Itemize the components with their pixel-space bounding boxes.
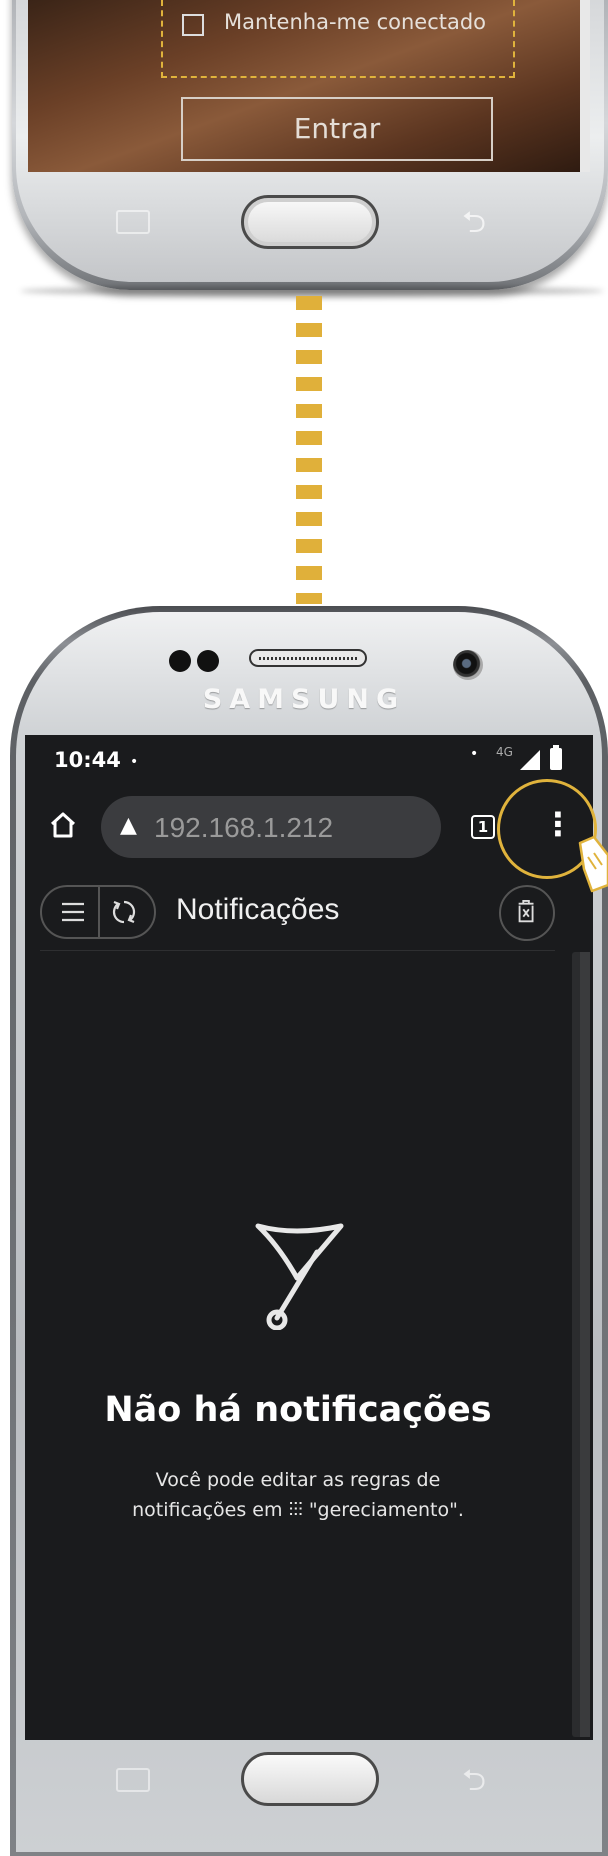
home-hardware-button[interactable] (241, 195, 379, 249)
empty-desc-line-2: notificações em ⫶⫶⫶ "gereciamento". (132, 1499, 464, 1521)
phone-shadow (20, 286, 604, 296)
phone-top-screen: Mantenha-me conectado Entrar (28, 0, 590, 172)
toolbar-divider (98, 887, 100, 937)
remember-checkbox[interactable] (182, 14, 204, 36)
toolbar-separator (40, 950, 555, 951)
recent-apps-icon[interactable] (116, 1768, 150, 1792)
refresh-icon[interactable] (110, 898, 138, 926)
pointing-hand-icon (578, 835, 608, 893)
clear-notifications-button[interactable] (499, 885, 555, 941)
back-icon[interactable]: ⮌ (462, 200, 486, 251)
dashed-connector (296, 296, 322, 604)
front-camera (453, 650, 483, 680)
recent-apps-icon[interactable] (116, 210, 150, 234)
status-notification-dot: • (130, 754, 139, 770)
trash-icon (518, 900, 534, 923)
empty-state-title: Não há notificações (104, 1390, 492, 1430)
remember-label: Mantenha-me conectado (224, 10, 487, 34)
hamburger-menu-icon[interactable] (60, 899, 86, 925)
sensor-dot (169, 650, 191, 672)
home-icon[interactable] (48, 810, 78, 840)
url-text[interactable]: 192.168.1.212 (154, 812, 333, 844)
sensor-dot (197, 650, 219, 672)
brand-logo: SAMSUNG (202, 684, 406, 715)
earpiece-speaker (249, 649, 367, 667)
warning-triangle-icon: ▲ (120, 813, 137, 838)
network-type: 4G (496, 745, 513, 759)
status-dot-right: • (470, 746, 479, 762)
home-hardware-button[interactable] (241, 1752, 379, 1806)
page-title: Notificações (176, 893, 340, 926)
flag-icon (255, 1223, 344, 1330)
signal-icon (520, 750, 540, 770)
empty-state-description: Você pode editar as regras de notificaçõ… (0, 1465, 596, 1525)
tab-switcher-button[interactable]: 1 (471, 815, 495, 839)
scrollbar-thumb[interactable] (580, 952, 590, 1737)
battery-icon (550, 745, 562, 770)
login-button[interactable]: Entrar (181, 97, 493, 161)
empty-desc-line-1: Você pode editar as regras de (155, 1469, 441, 1491)
back-icon[interactable]: ⮌ (462, 1758, 486, 1809)
status-time: 10:44 (54, 748, 121, 772)
